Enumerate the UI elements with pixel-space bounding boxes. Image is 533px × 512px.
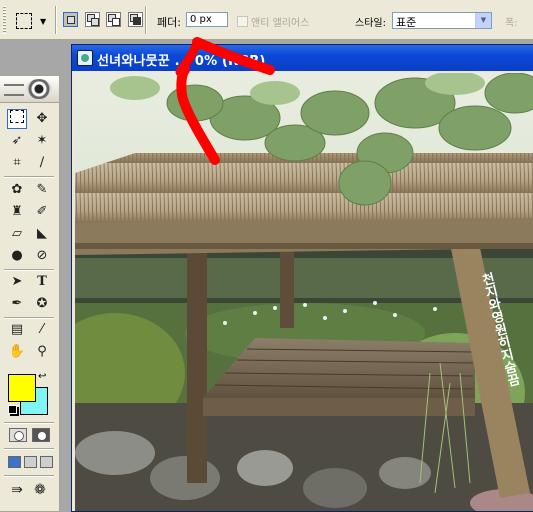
style-select-value: 표준 (396, 16, 417, 29)
eyedropper-icon[interactable]: ⁄ (32, 320, 52, 340)
hand-tool-icon[interactable]: ✋ (7, 342, 27, 362)
eraser-tool-icon[interactable]: ▱ (7, 224, 27, 244)
magic-wand-icon[interactable]: ✶ (32, 131, 52, 151)
path-selection-icon[interactable]: ➤ (7, 272, 27, 292)
options-bar-grip[interactable] (3, 6, 6, 34)
standard-mode-icon[interactable] (9, 428, 27, 442)
adobe-eye-icon[interactable] (26, 79, 52, 99)
quick-mask-mode-icon[interactable] (32, 428, 50, 442)
tool-preset-picker[interactable]: ▼ (14, 10, 50, 32)
document-titlebar[interactable]: 선녀와나뭇꾼 ... 0% (RGB) (72, 45, 533, 71)
document-icon (77, 50, 93, 66)
move-tool-icon[interactable]: ✥ (32, 109, 52, 129)
pen-tool-icon[interactable]: ✒ (7, 294, 27, 314)
feather-label: 페더: (157, 16, 181, 29)
subtract-from-selection-button[interactable] (106, 12, 121, 27)
standard-screen-icon[interactable] (8, 456, 21, 468)
divider (4, 176, 54, 177)
add-to-selection-button[interactable] (84, 12, 100, 27)
type-tool-icon[interactable]: T (32, 272, 52, 292)
lasso-tool-icon[interactable]: ➶ (7, 131, 27, 151)
style-select[interactable]: 표준 ▼ (392, 12, 492, 29)
photo-image: 천지와영원히지숨끔 (75, 73, 533, 511)
slice-tool-icon[interactable]: ∕ (32, 153, 52, 173)
options-bar: ▼ 페더: 0 px 앤티 앨리어스 스타일: 표준 ▼ 폭: (0, 0, 533, 40)
intersect-selection-button[interactable] (127, 12, 143, 27)
style-label: 스타일: (355, 18, 386, 29)
divider (4, 269, 54, 270)
divider (4, 448, 54, 449)
history-brush-icon[interactable]: ✐ (32, 202, 52, 222)
zoom-tool-icon[interactable]: ⚲ (32, 342, 52, 362)
checkbox-icon (237, 16, 248, 27)
imageready-icon[interactable]: ❁ (30, 480, 50, 500)
default-colors-icon[interactable] (8, 405, 17, 414)
divider (55, 6, 56, 34)
chevron-down-icon[interactable]: ▼ (475, 13, 491, 28)
width-label: 폭: (505, 18, 518, 29)
paint-bucket-icon[interactable]: ◣ (32, 224, 52, 244)
clone-stamp-icon[interactable]: ♜ (7, 202, 27, 222)
swap-colors-icon[interactable]: ↩ (38, 371, 46, 382)
divider (4, 475, 54, 476)
divider (145, 6, 146, 34)
divider (4, 422, 54, 423)
notes-tool-icon[interactable]: ▤ (7, 320, 27, 340)
chevron-down-icon: ▼ (40, 17, 47, 26)
palette-header[interactable] (0, 76, 59, 103)
rectangular-marquee-icon (16, 13, 32, 29)
tools-palette: ✥ ➶ ✶ ⌗ ∕ ✿ ✎ ♜ ✐ ▱ ◣ ● ⊘ ➤ T ✒ ✪ ▤ ⁄ ✋ … (0, 75, 60, 512)
antialias-label: 앤티 앨리어스 (251, 18, 310, 29)
document-title: 선녀와나뭇꾼 ... 0% (RGB) (97, 54, 266, 69)
dodge-tool-icon[interactable]: ⊘ (32, 246, 52, 266)
marquee-tool-icon[interactable] (7, 109, 27, 129)
divider (4, 317, 54, 318)
grip-icon (4, 84, 24, 96)
full-screen-icon[interactable] (40, 456, 53, 468)
blur-tool-icon[interactable]: ● (7, 246, 27, 266)
crop-tool-icon[interactable]: ⌗ (7, 153, 27, 173)
brush-tool-icon[interactable]: ✎ (32, 180, 52, 200)
antialias-checkbox: 앤티 앨리어스 (237, 14, 309, 29)
foreground-color-swatch[interactable] (8, 374, 36, 402)
jump-to-imageready-icon[interactable]: ⇛ (7, 480, 27, 500)
feather-input[interactable]: 0 px (186, 12, 228, 27)
image-canvas[interactable]: 천지와영원히지숨끔 (75, 73, 533, 511)
custom-shape-icon[interactable]: ✪ (32, 294, 52, 314)
new-selection-button[interactable] (63, 12, 78, 27)
healing-brush-icon[interactable]: ✿ (7, 180, 27, 200)
full-screen-menu-icon[interactable] (24, 456, 37, 468)
selection-mode-group (63, 12, 146, 27)
document-window: 선녀와나뭇꾼 ... 0% (RGB) 천지와영원히지숨끔 (71, 44, 533, 512)
